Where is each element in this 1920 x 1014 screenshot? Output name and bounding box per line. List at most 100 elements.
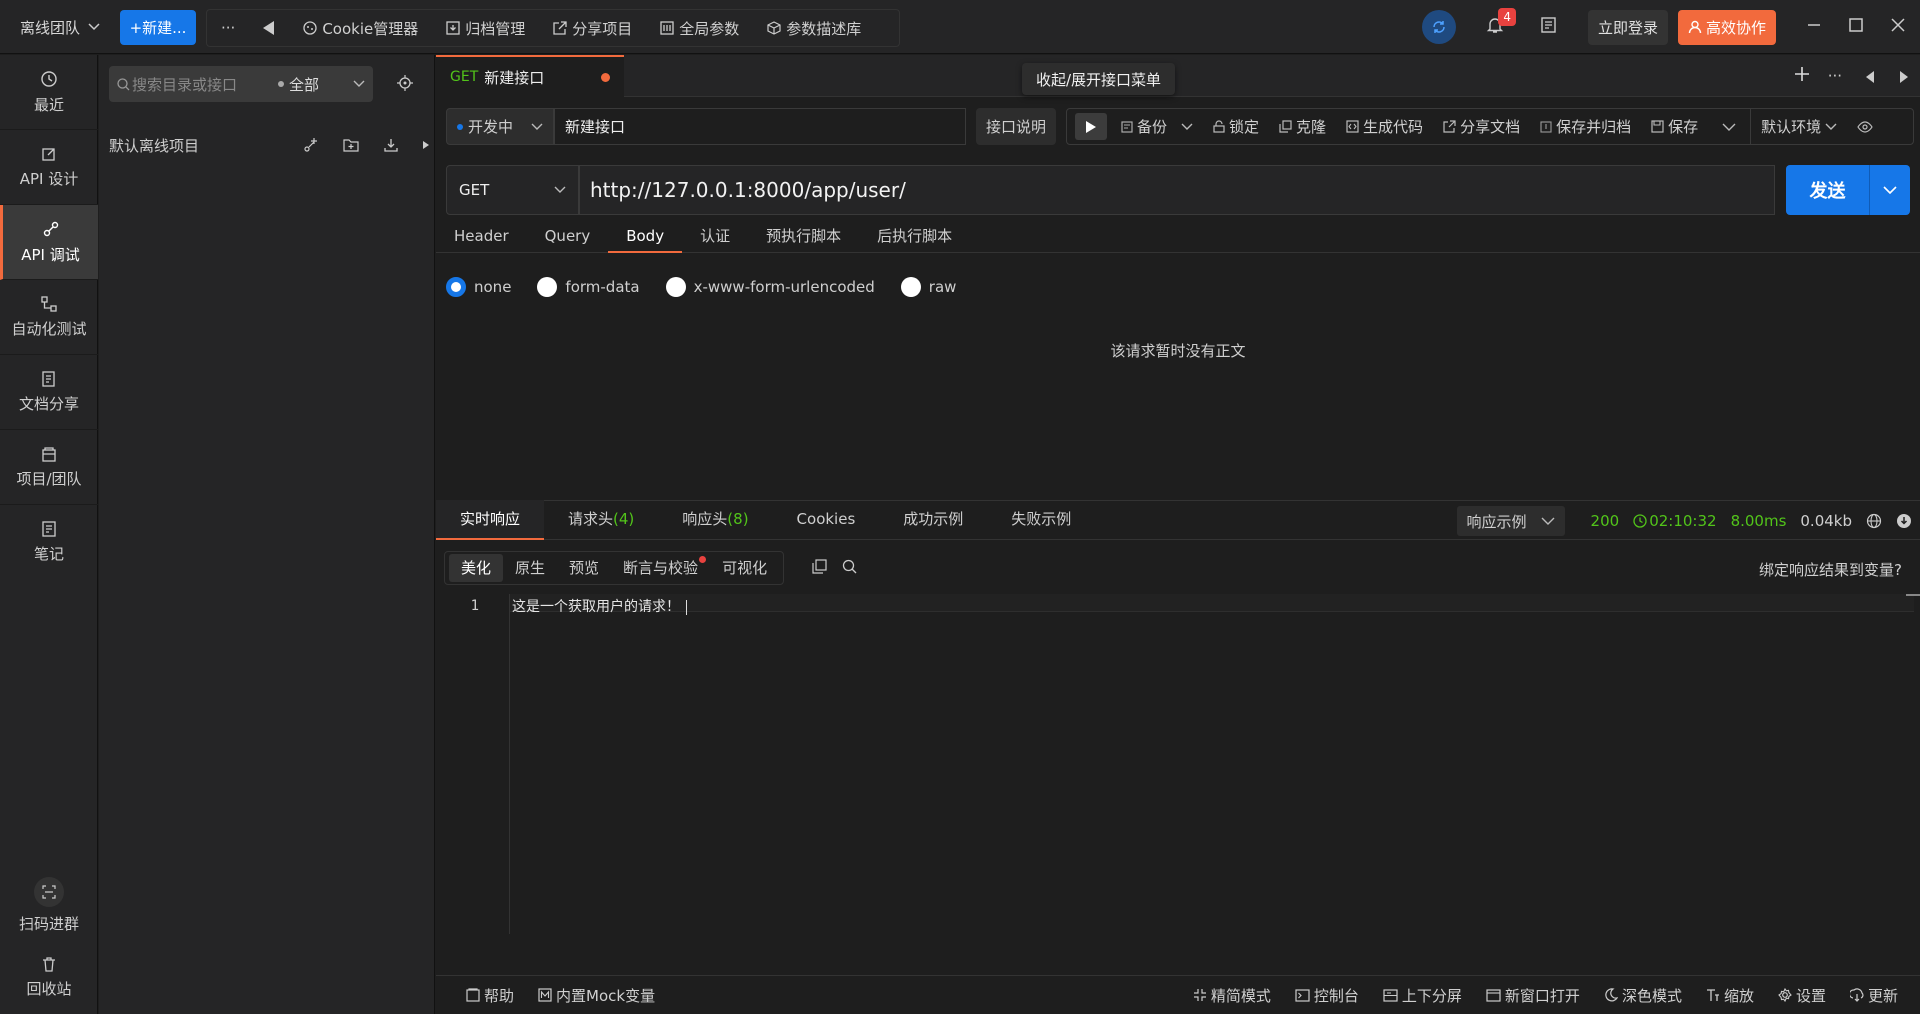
save-button[interactable]: 保存 xyxy=(1641,116,1708,137)
cookie-manager-button[interactable]: Cookie管理器 xyxy=(289,10,432,46)
nav-item-recent[interactable]: 最近 xyxy=(0,55,98,130)
zoom-button[interactable]: 缩放 xyxy=(1694,985,1766,1006)
mock-vars-button[interactable]: 内置Mock变量 xyxy=(526,985,667,1006)
tab-auth[interactable]: 认证 xyxy=(682,221,748,253)
view-pretty[interactable]: 美化 xyxy=(449,554,504,582)
add-folder-icon[interactable] xyxy=(343,138,359,152)
tab-response-headers[interactable]: 响应头(8) xyxy=(658,500,772,540)
console-button[interactable]: 控制台 xyxy=(1283,985,1371,1006)
response-duration: 8.00ms xyxy=(1730,512,1787,530)
body-type-form-data[interactable]: form-data xyxy=(537,277,640,297)
lock-button[interactable]: 锁定 xyxy=(1203,116,1269,137)
tab-live-response[interactable]: 实时响应 xyxy=(436,500,545,540)
backup-button[interactable]: 备份 xyxy=(1111,116,1203,137)
body-type-raw[interactable]: raw xyxy=(900,277,956,297)
project-row[interactable]: 默认离线项目 xyxy=(109,133,429,157)
new-window-button[interactable]: 新窗口打开 xyxy=(1474,985,1592,1006)
api-name-input[interactable]: 新建接口 xyxy=(554,108,966,145)
nav-item-auto-test[interactable]: 自动化测试 xyxy=(0,280,98,355)
bind-response-link[interactable]: 绑定响应结果到变量? xyxy=(1759,559,1902,580)
clone-button[interactable]: 克隆 xyxy=(1269,116,1336,137)
add-api-icon[interactable] xyxy=(303,137,319,153)
tab-prev-button[interactable] xyxy=(1866,69,1874,87)
dark-mode-button[interactable]: 深色模式 xyxy=(1592,985,1694,1006)
tab-query[interactable]: Query xyxy=(527,221,609,253)
caret-right-icon[interactable] xyxy=(423,141,429,149)
body-type-none[interactable]: none xyxy=(446,277,511,297)
response-editor[interactable]: 1 这是一个获取用户的请求！ xyxy=(436,594,1920,934)
api-description-button[interactable]: 接口说明 xyxy=(976,108,1056,145)
plus-icon xyxy=(1794,66,1810,82)
settings-button[interactable]: 设置 xyxy=(1766,985,1838,1006)
login-button[interactable]: 立即登录 xyxy=(1587,9,1668,45)
search-input[interactable]: 搜索目录或接口 全部 xyxy=(109,66,373,102)
locate-button[interactable] xyxy=(397,75,413,91)
view-assertions[interactable]: 断言与校验 xyxy=(611,554,710,582)
tab-body[interactable]: Body xyxy=(608,221,683,253)
globe-icon[interactable] xyxy=(1866,513,1882,529)
tab-post-script[interactable]: 后执行脚本 xyxy=(859,221,970,253)
minimize-button[interactable] xyxy=(1806,17,1822,37)
empty-body-message: 该请求暂时没有正文 xyxy=(1110,342,1246,360)
search-response-button[interactable] xyxy=(842,559,857,578)
nav-item-notes[interactable]: 笔记 xyxy=(0,505,98,580)
update-button[interactable]: 更新 xyxy=(1838,985,1910,1006)
active-line xyxy=(510,594,1914,612)
minimize-icon xyxy=(1806,17,1822,33)
tab-request-headers[interactable]: 请求头(4) xyxy=(544,500,658,540)
archive-manager-button[interactable]: 归档管理 xyxy=(432,10,539,46)
import-icon[interactable] xyxy=(383,137,399,153)
qr-join-group[interactable]: 扫码进群 xyxy=(0,870,98,940)
collab-button[interactable]: 高效协作 xyxy=(1677,9,1776,45)
share-doc-button[interactable]: 分享文档 xyxy=(1433,116,1530,137)
body-type-urlencoded[interactable]: x-www-form-urlencoded xyxy=(665,277,875,297)
recycle-bin[interactable]: 回收站 xyxy=(0,947,98,1007)
notes-button[interactable] xyxy=(1540,16,1558,38)
url-input[interactable]: http://127.0.0.1:8000/app/user/ xyxy=(579,165,1775,215)
tab-pre-script[interactable]: 预执行脚本 xyxy=(748,221,859,253)
view-preview[interactable]: 预览 xyxy=(557,554,611,582)
status-select[interactable]: 开发中 xyxy=(446,108,554,145)
response-example-select[interactable]: 响应示例 xyxy=(1456,506,1565,536)
new-button[interactable]: +新建... xyxy=(120,10,196,45)
copy-button[interactable] xyxy=(812,559,827,578)
team-switcher[interactable]: 离线团队 xyxy=(10,0,110,54)
nav-item-api-debug[interactable]: API 调试 xyxy=(0,205,98,280)
send-menu-chevron-icon[interactable] xyxy=(1870,186,1910,194)
tab-header[interactable]: Header xyxy=(436,221,527,253)
env-select[interactable]: 默认环境 xyxy=(1750,109,1847,144)
maximize-button[interactable] xyxy=(1848,17,1864,37)
view-visualize[interactable]: 可视化 xyxy=(710,554,779,582)
global-params-button[interactable]: 全局参数 xyxy=(646,10,753,46)
help-button[interactable]: 帮助 xyxy=(454,985,526,1006)
nav-item-doc-share[interactable]: 文档分享 xyxy=(0,355,98,430)
tab-next-button[interactable] xyxy=(1900,69,1908,87)
nav-item-api-design[interactable]: API 设计 xyxy=(0,130,98,205)
view-raw[interactable]: 原生 xyxy=(503,554,557,582)
notification-button[interactable]: 4 xyxy=(1486,8,1516,38)
split-view-button[interactable]: 上下分屏 xyxy=(1371,985,1474,1006)
add-tab-button[interactable] xyxy=(1794,66,1810,86)
save-archive-button[interactable]: 保存并归档 xyxy=(1530,116,1641,137)
param-library-button[interactable]: 参数描述库 xyxy=(753,10,875,46)
collapse-button[interactable] xyxy=(249,10,289,46)
send-button[interactable]: 发送 xyxy=(1786,165,1910,215)
generate-code-button[interactable]: 生成代码 xyxy=(1336,116,1433,137)
download-icon[interactable] xyxy=(1896,513,1912,529)
save-menu-button[interactable] xyxy=(1708,123,1750,131)
sync-button[interactable] xyxy=(1421,10,1456,44)
tab-cookies[interactable]: Cookies xyxy=(773,500,880,540)
tab-new-api[interactable]: GET 新建接口 xyxy=(436,55,624,97)
tab-failure-example[interactable]: 失败示例 xyxy=(987,500,1095,540)
close-button[interactable] xyxy=(1890,17,1906,37)
tab-more-button[interactable]: ··· xyxy=(1828,67,1842,85)
compact-mode-button[interactable]: 精简模式 xyxy=(1181,985,1283,1006)
tab-success-example[interactable]: 成功示例 xyxy=(879,500,987,540)
method-select[interactable]: GET xyxy=(446,165,579,215)
share-project-button[interactable]: 分享项目 xyxy=(539,10,646,46)
more-button[interactable]: ··· xyxy=(207,10,249,46)
run-button[interactable] xyxy=(1075,113,1107,140)
nav-item-project-team[interactable]: 项目/团队 xyxy=(0,430,98,505)
env-view-button[interactable] xyxy=(1847,120,1883,133)
filter-select[interactable]: 全部 xyxy=(278,74,319,95)
